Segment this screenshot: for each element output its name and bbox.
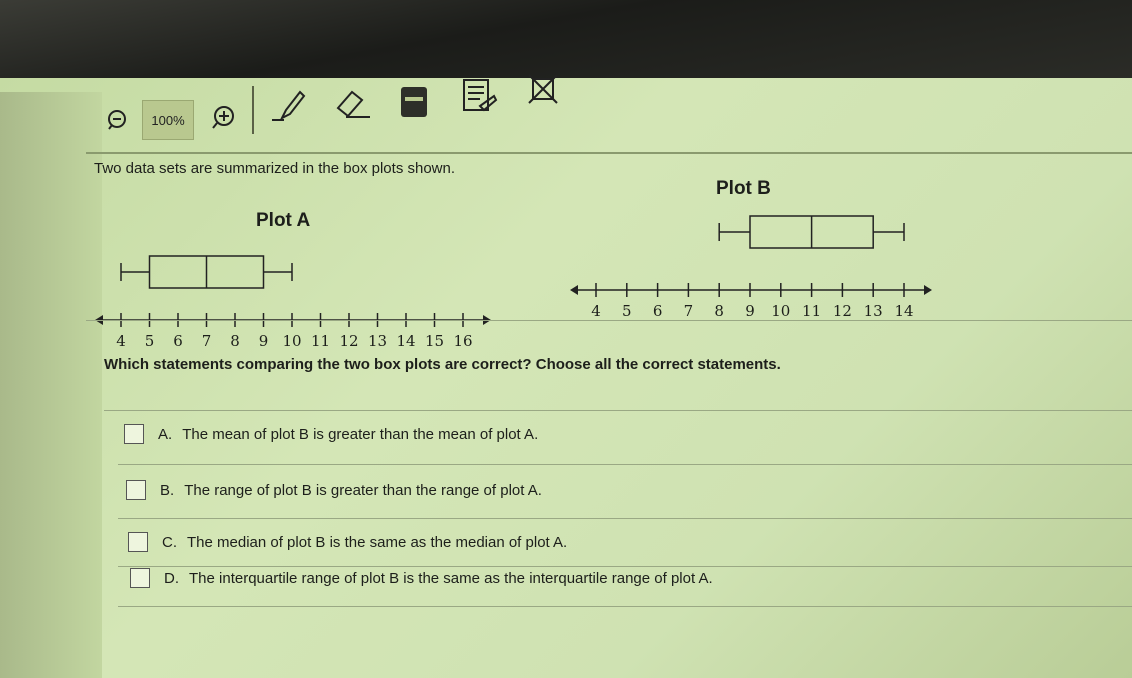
axis-tick-label: 5 xyxy=(622,302,632,320)
axis-tick-label: 6 xyxy=(653,302,663,320)
option-b-text: The range of plot B is greater than the … xyxy=(184,481,542,499)
option-c[interactable]: C. The median of plot B is the same as t… xyxy=(128,532,567,552)
axis-tick-label: 14 xyxy=(894,302,913,320)
option-divider xyxy=(118,566,1132,567)
option-c-text: The median of plot B is the same as the … xyxy=(187,533,568,551)
axis-tick-label: 11 xyxy=(802,302,821,320)
axis-tick-label: 4 xyxy=(591,302,601,320)
axis-arrow-left xyxy=(570,285,578,295)
axis-tick-label: 8 xyxy=(714,302,724,320)
option-c-letter: C. xyxy=(162,533,177,551)
option-c-checkbox[interactable] xyxy=(128,532,148,552)
axis-tick-label: 12 xyxy=(833,302,852,320)
option-divider xyxy=(118,518,1132,519)
option-d-text: The interquartile range of plot B is the… xyxy=(189,569,713,587)
option-a[interactable]: A. The mean of plot B is greater than th… xyxy=(124,424,538,444)
axis-tick-label: 16 xyxy=(453,332,472,350)
axis-arrow-right xyxy=(924,285,932,295)
axis-tick-label: 9 xyxy=(259,332,269,350)
option-divider xyxy=(118,606,1132,607)
option-a-letter: A. xyxy=(158,425,173,443)
axis-tick-label: 4 xyxy=(116,332,126,350)
axis-tick-label: 13 xyxy=(864,302,883,320)
option-a-text: The mean of plot B is greater than the m… xyxy=(182,425,539,443)
option-d-checkbox[interactable] xyxy=(130,568,150,588)
axis-tick-label: 5 xyxy=(145,332,155,350)
section-divider xyxy=(86,320,1132,321)
option-a-checkbox[interactable] xyxy=(124,424,144,444)
axis-tick-label: 9 xyxy=(745,302,755,320)
axis-tick-label: 8 xyxy=(230,332,240,350)
plot-b: 4 5 6 7 8 9 10 11 12 13 14 xyxy=(570,215,932,320)
axis-tick-label: 6 xyxy=(173,332,183,350)
question-prompt: Which statements comparing the two box p… xyxy=(104,356,781,373)
option-d-letter: D. xyxy=(164,569,179,587)
axis-tick-label: 7 xyxy=(202,332,212,350)
axis-tick-label: 7 xyxy=(684,302,694,320)
axis-tick-label: 11 xyxy=(311,332,330,350)
axis-tick-label: 15 xyxy=(425,332,444,350)
option-b[interactable]: B. The range of plot B is greater than t… xyxy=(126,480,542,500)
axis-tick-label: 13 xyxy=(368,332,387,350)
option-divider xyxy=(118,464,1132,465)
option-b-checkbox[interactable] xyxy=(126,480,146,500)
plot-a: 4 5 6 7 8 9 10 11 12 13 14 15 16 xyxy=(95,255,491,350)
option-divider xyxy=(104,410,1132,411)
axis-tick-label: 12 xyxy=(339,332,358,350)
option-b-letter: B. xyxy=(160,481,175,499)
axis-tick-label: 10 xyxy=(282,332,301,350)
axis-tick-label: 10 xyxy=(771,302,790,320)
option-d[interactable]: D. The interquartile range of plot B is … xyxy=(130,568,713,588)
axis-tick-label: 14 xyxy=(396,332,415,350)
